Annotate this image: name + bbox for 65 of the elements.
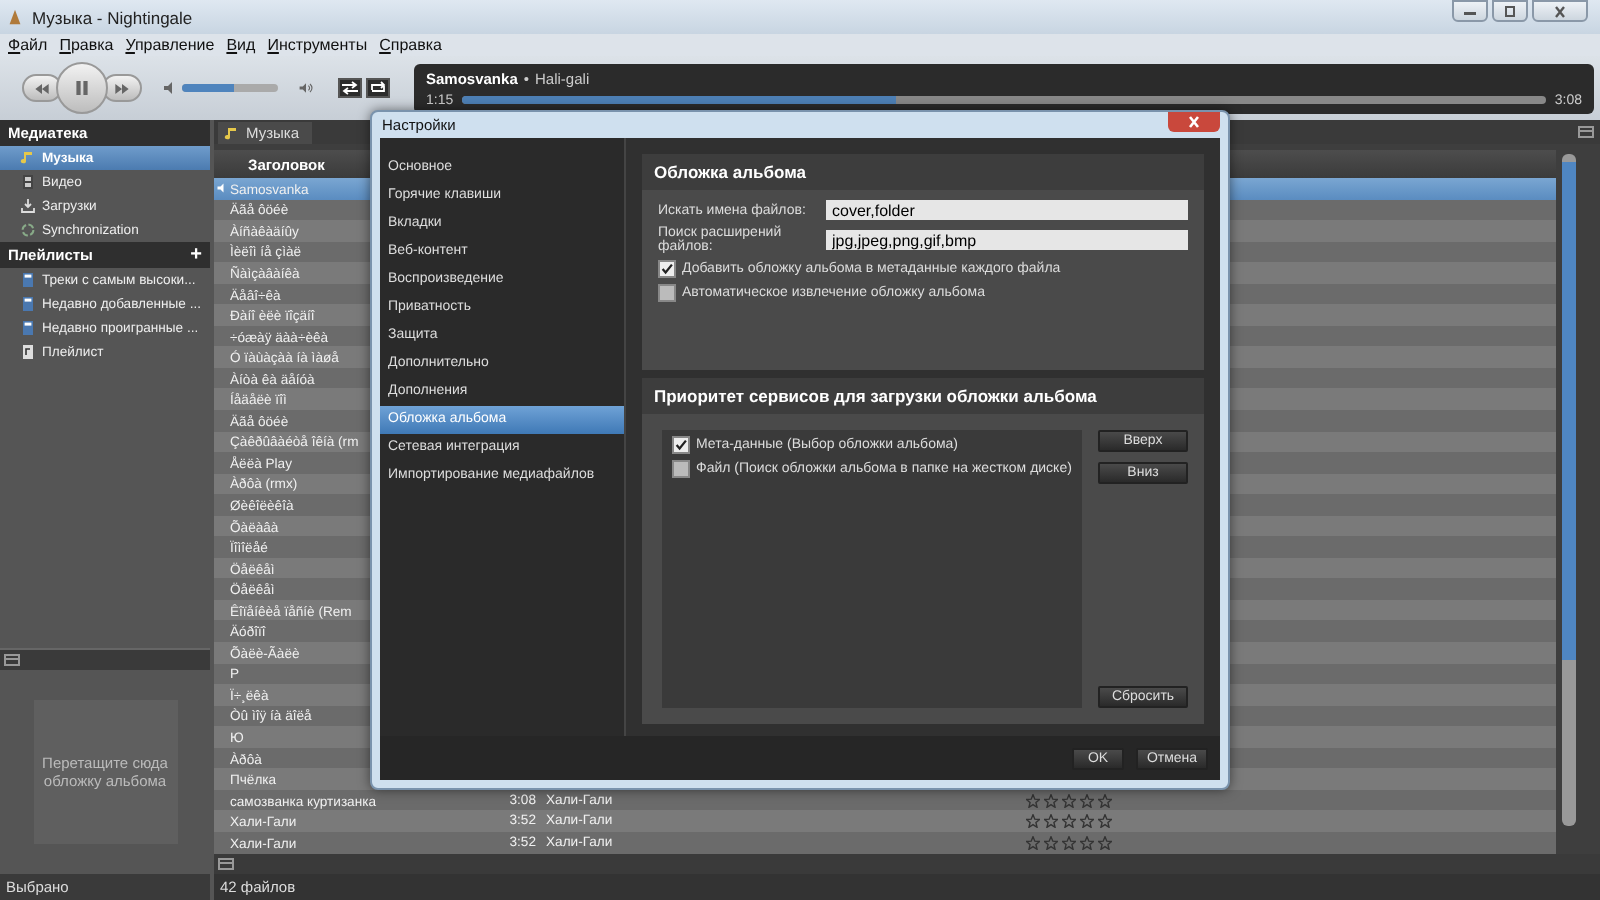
- text-field[interactable]: cover,folder: [826, 200, 1188, 220]
- repeat-button[interactable]: [366, 78, 390, 98]
- window-title: Музыка - Nightingale: [32, 7, 193, 27]
- menu-item[interactable]: Файл: [8, 36, 48, 54]
- pause-button[interactable]: [56, 62, 108, 114]
- menu-item[interactable]: Инструменты: [267, 36, 368, 54]
- star-icon: [1098, 793, 1112, 808]
- scrollbar[interactable]: [1562, 154, 1576, 826]
- playlist-icon: [20, 296, 36, 312]
- star-icon: [1080, 835, 1094, 850]
- star-icon: [1062, 814, 1076, 829]
- rating-stars[interactable]: [1026, 793, 1112, 808]
- star-icon: [1044, 835, 1058, 850]
- checkbox[interactable]: [672, 460, 690, 478]
- film-icon: [20, 174, 36, 190]
- star-icon: [1026, 835, 1040, 850]
- maximize-button[interactable]: [1492, 0, 1528, 22]
- checkbox[interactable]: [658, 284, 676, 302]
- close-button[interactable]: [1168, 112, 1220, 132]
- star-icon: [1044, 793, 1058, 808]
- volume-slider[interactable]: [182, 84, 278, 92]
- star-icon: [1044, 814, 1058, 829]
- close-button[interactable]: [1532, 0, 1588, 22]
- sync-icon: [20, 222, 36, 238]
- star-icon: [1062, 835, 1076, 850]
- next-button[interactable]: [102, 74, 142, 102]
- checkbox[interactable]: [672, 436, 690, 454]
- checkbox[interactable]: [658, 260, 676, 278]
- star-icon: [1062, 793, 1076, 808]
- volume-high-icon: [298, 80, 314, 96]
- menu-item[interactable]: Управление: [125, 36, 215, 54]
- menu-item[interactable]: Вид: [226, 36, 256, 54]
- text-field[interactable]: jpg,jpeg,png,gif,bmp: [826, 230, 1188, 250]
- star-icon: [1026, 814, 1040, 829]
- panel-icon: [4, 654, 20, 666]
- section-title: Приоритет сервисов для загрузки обложки альбома: [642, 378, 1204, 414]
- app-icon: [6, 8, 24, 26]
- star-icon: [1098, 835, 1112, 850]
- panel-icon: [1578, 126, 1594, 138]
- volume-low-icon: [162, 80, 178, 96]
- star-icon: [1080, 793, 1094, 808]
- star-icon: [1080, 814, 1094, 829]
- menu-item[interactable]: Справка: [379, 36, 442, 54]
- previous-icon: [32, 81, 52, 95]
- rating-stars[interactable]: [1026, 814, 1112, 829]
- maximize-icon: [1500, 5, 1520, 17]
- close-icon: [1550, 5, 1570, 17]
- section-title: Обложка альбома: [642, 154, 1204, 190]
- previous-button[interactable]: [22, 74, 62, 102]
- minimize-button[interactable]: [1452, 0, 1488, 22]
- rating-stars[interactable]: [1026, 835, 1112, 850]
- document-icon: [20, 344, 36, 360]
- close-icon: [1184, 114, 1204, 130]
- add-playlist-button[interactable]: +: [190, 246, 202, 264]
- star-icon: [1098, 814, 1112, 829]
- music-note-icon: [224, 125, 240, 141]
- playlist-icon: [20, 272, 36, 288]
- panel-icon: [218, 858, 234, 870]
- star-icon: [1026, 793, 1040, 808]
- menu-item[interactable]: Правка: [59, 36, 114, 54]
- music-note-icon: [20, 150, 36, 166]
- next-icon: [112, 81, 132, 95]
- shuffle-button[interactable]: [338, 78, 362, 98]
- download-icon: [20, 198, 36, 214]
- playlist-icon: [20, 320, 36, 336]
